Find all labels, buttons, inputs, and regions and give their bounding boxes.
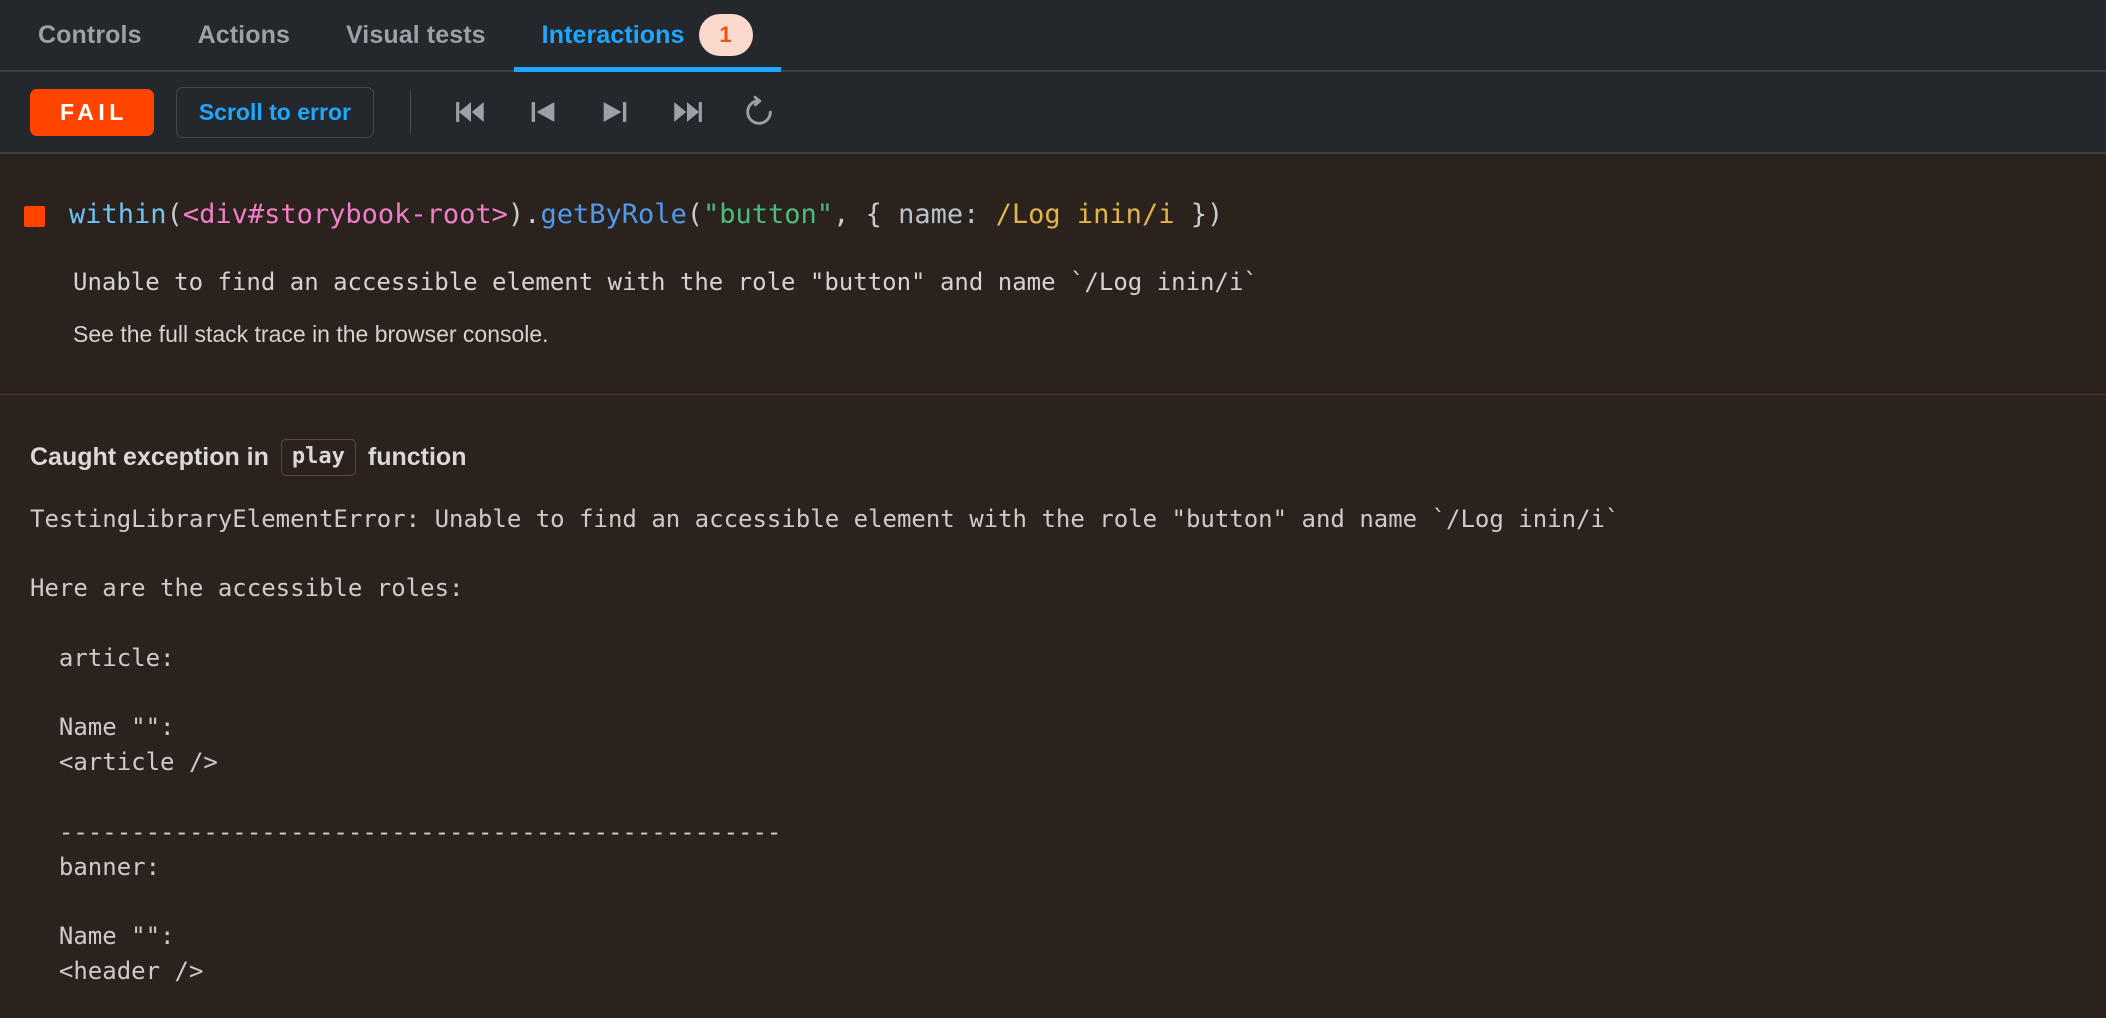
caught-exception-title-prefix: Caught exception in — [30, 442, 269, 471]
playback-controls — [447, 88, 783, 136]
tab-actions[interactable]: Actions — [170, 0, 318, 70]
interaction-call-code: within(<div#storybook-root>).getByRole("… — [69, 198, 1223, 232]
interaction-summary-panel: within(<div#storybook-root>).getByRole("… — [0, 154, 2106, 394]
caught-exception-title: Caught exception in play function — [30, 439, 2106, 476]
interactions-toolbar: FAIL Scroll to error — [0, 72, 2106, 154]
tab-interactions[interactable]: Interactions 1 — [513, 0, 781, 72]
interaction-error-note: See the full stack trace in the browser … — [73, 320, 549, 347]
tab-visual-tests[interactable]: Visual tests — [318, 0, 514, 70]
caught-exception-panel: Caught exception in play function Testin… — [0, 395, 2106, 989]
play-function-chip: play — [280, 439, 356, 476]
call-name-regex: /Log inin/i — [995, 199, 1175, 230]
caught-exception-title-suffix: function — [367, 442, 467, 471]
call-name-property: name: — [898, 199, 980, 230]
caught-exception-header: Caught exception in play function — [0, 395, 2106, 476]
fail-status-icon — [24, 206, 45, 227]
tab-interactions-label: Interactions — [541, 20, 685, 49]
call-arg-open-paren: ( — [686, 199, 704, 230]
step-forward-button[interactable] — [591, 88, 639, 136]
replay-icon — [746, 95, 773, 125]
rerun-button[interactable] — [735, 88, 783, 136]
step-back-icon — [532, 102, 555, 122]
call-method-name: getByRole — [540, 199, 687, 230]
interaction-call-row[interactable]: within(<div#storybook-root>).getByRole("… — [0, 154, 2106, 232]
scroll-to-error-button[interactable]: Scroll to error — [175, 86, 374, 138]
toolbar-divider — [409, 91, 412, 133]
tab-interactions-badge: 1 — [698, 14, 753, 56]
rewind-start-icon — [456, 102, 485, 122]
call-space — [979, 199, 995, 230]
tab-actions-label: Actions — [197, 20, 290, 49]
step-back-button[interactable] — [519, 88, 567, 136]
tab-controls[interactable]: Controls — [10, 0, 170, 70]
go-to-end-button[interactable] — [663, 88, 711, 136]
addon-tab-bar: Controls Actions Visual tests Interactio… — [0, 0, 2106, 72]
interaction-error-message: Unable to find an accessible element wit… — [73, 267, 1258, 296]
call-close-paren-dot: ). — [507, 199, 541, 230]
tab-visual-tests-label: Visual tests — [345, 20, 486, 49]
exception-stack-trace: TestingLibraryElementError: Unable to fi… — [30, 504, 1620, 985]
tab-controls-label: Controls — [38, 20, 142, 49]
status-badge[interactable]: FAIL — [30, 88, 154, 136]
step-forward-icon — [604, 102, 627, 122]
call-comma-brace: , { — [833, 199, 899, 230]
call-open-paren: ( — [166, 199, 183, 230]
call-function-name: within — [69, 199, 167, 230]
go-to-start-button[interactable] — [447, 88, 495, 136]
call-role-argument: "button" — [703, 199, 834, 230]
call-tail: }) — [1174, 199, 1224, 230]
call-selector: <div#storybook-root> — [182, 199, 508, 230]
fast-forward-end-icon — [674, 102, 703, 122]
